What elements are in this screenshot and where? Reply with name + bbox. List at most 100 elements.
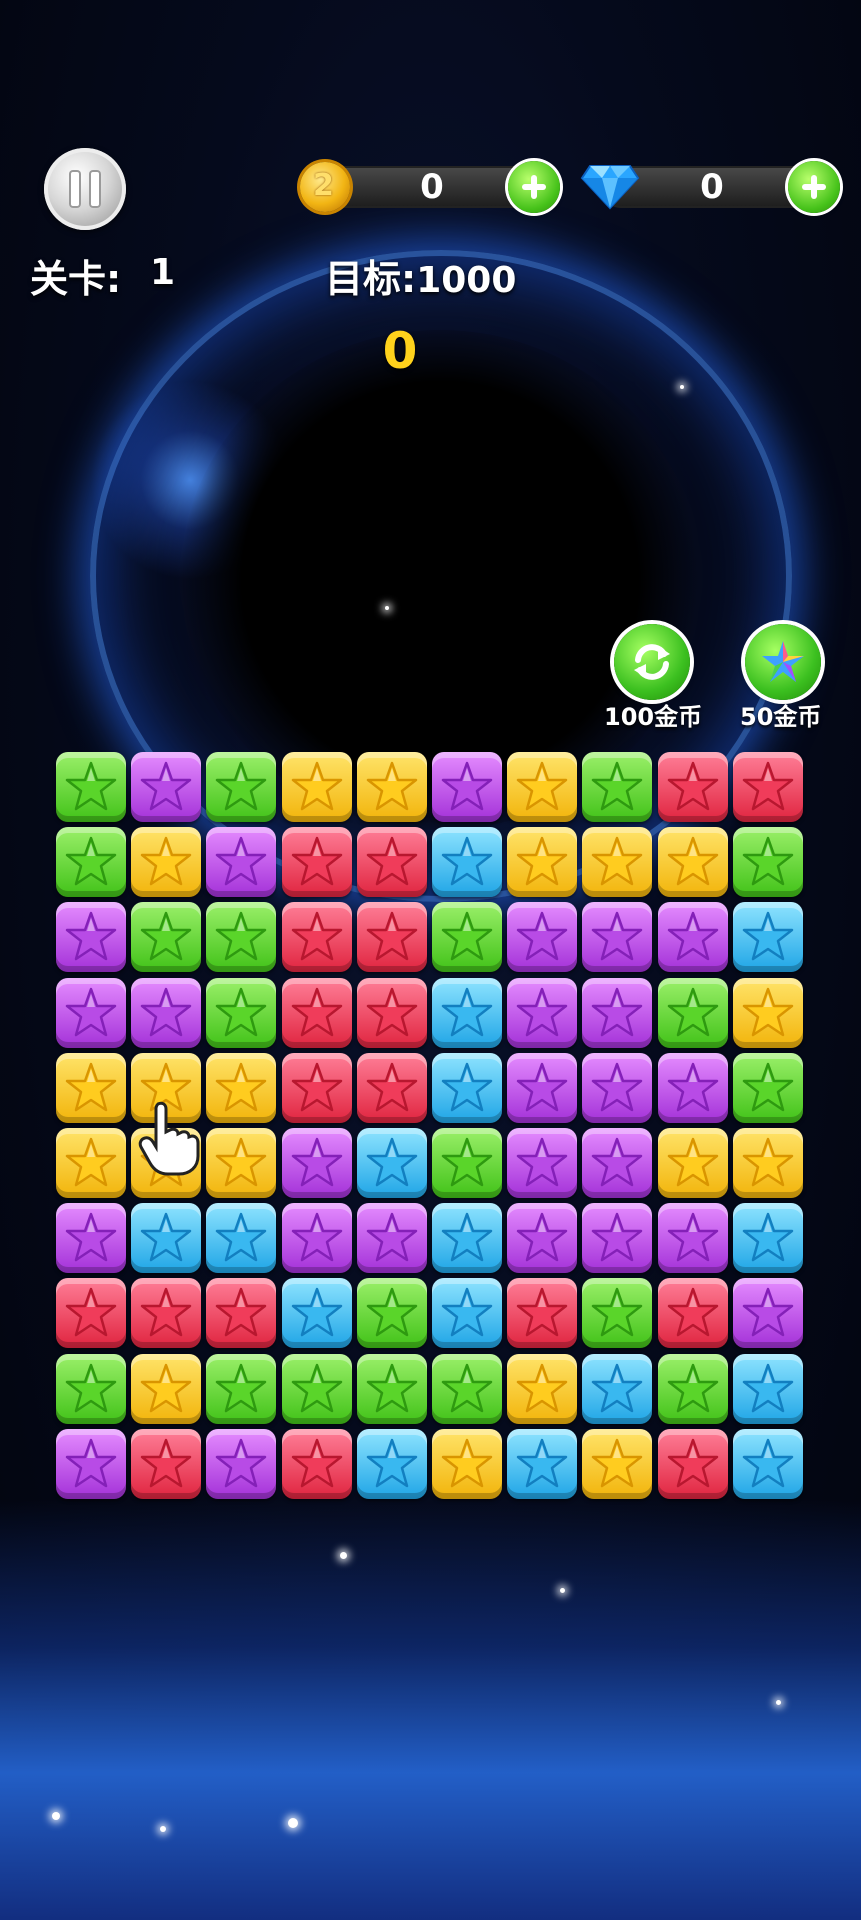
star-tile-purple[interactable]	[582, 978, 652, 1048]
star-tile-yellow[interactable]	[206, 1128, 276, 1198]
star-tile-red[interactable]	[357, 902, 427, 972]
star-tile-purple[interactable]	[733, 1278, 803, 1348]
star-tile-yellow[interactable]	[56, 1128, 126, 1198]
add-gems-button[interactable]	[788, 161, 840, 213]
star-tile-blue[interactable]	[582, 1354, 652, 1424]
star-tile-purple[interactable]	[658, 1203, 728, 1273]
star-tile-purple[interactable]	[357, 1203, 427, 1273]
star-tile-yellow[interactable]	[131, 827, 201, 897]
star-tile-purple[interactable]	[507, 1203, 577, 1273]
star-tile-yellow[interactable]	[56, 1053, 126, 1123]
star-tile-yellow[interactable]	[357, 752, 427, 822]
star-tile-red[interactable]	[357, 1053, 427, 1123]
star-tile-red[interactable]	[131, 1429, 201, 1499]
star-tile-red[interactable]	[357, 827, 427, 897]
star-tile-red[interactable]	[357, 978, 427, 1048]
star-tile-green[interactable]	[357, 1354, 427, 1424]
star-tile-green[interactable]	[582, 1278, 652, 1348]
star-tile-green[interactable]	[658, 978, 728, 1048]
star-tile-green[interactable]	[432, 1354, 502, 1424]
star-tile-purple[interactable]	[282, 1128, 352, 1198]
star-tile-yellow[interactable]	[282, 752, 352, 822]
star-tile-green[interactable]	[582, 752, 652, 822]
star-tile-blue[interactable]	[733, 1203, 803, 1273]
star-tile-blue[interactable]	[357, 1128, 427, 1198]
star-tile-green[interactable]	[432, 902, 502, 972]
star-tile-blue[interactable]	[131, 1203, 201, 1273]
star-tile-blue[interactable]	[432, 978, 502, 1048]
star-tile-blue[interactable]	[733, 1429, 803, 1499]
star-tile-green[interactable]	[56, 827, 126, 897]
star-tile-green[interactable]	[56, 1354, 126, 1424]
star-tile-yellow[interactable]	[733, 978, 803, 1048]
star-tile-red[interactable]	[733, 752, 803, 822]
star-tile-blue[interactable]	[432, 1053, 502, 1123]
star-tile-purple[interactable]	[582, 1128, 652, 1198]
star-tile-green[interactable]	[658, 1354, 728, 1424]
star-tile-purple[interactable]	[56, 1203, 126, 1273]
star-tile-purple[interactable]	[507, 902, 577, 972]
star-tile-green[interactable]	[206, 1354, 276, 1424]
pause-button[interactable]	[44, 148, 126, 230]
star-tile-purple[interactable]	[131, 978, 201, 1048]
star-tile-green[interactable]	[206, 902, 276, 972]
star-tile-green[interactable]	[282, 1354, 352, 1424]
star-tile-red[interactable]	[507, 1278, 577, 1348]
shuffle-tool-button[interactable]	[614, 624, 690, 700]
star-tile-purple[interactable]	[507, 1053, 577, 1123]
star-tile-green[interactable]	[206, 978, 276, 1048]
star-tile-yellow[interactable]	[432, 1429, 502, 1499]
star-tile-red[interactable]	[56, 1278, 126, 1348]
star-tile-blue[interactable]	[507, 1429, 577, 1499]
star-tile-yellow[interactable]	[658, 1128, 728, 1198]
star-tile-red[interactable]	[658, 1429, 728, 1499]
star-tile-blue[interactable]	[282, 1278, 352, 1348]
star-tile-red[interactable]	[658, 752, 728, 822]
star-tile-yellow[interactable]	[507, 827, 577, 897]
star-tile-purple[interactable]	[582, 1203, 652, 1273]
star-tile-blue[interactable]	[432, 827, 502, 897]
star-tile-purple[interactable]	[206, 827, 276, 897]
star-tile-yellow[interactable]	[131, 1354, 201, 1424]
star-tile-green[interactable]	[357, 1278, 427, 1348]
star-tile-blue[interactable]	[733, 1354, 803, 1424]
star-tile-green[interactable]	[206, 752, 276, 822]
star-tile-green[interactable]	[432, 1128, 502, 1198]
star-tile-red[interactable]	[206, 1278, 276, 1348]
star-tile-yellow[interactable]	[582, 1429, 652, 1499]
star-tile-yellow[interactable]	[733, 1128, 803, 1198]
star-tile-green[interactable]	[733, 1053, 803, 1123]
star-tile-blue[interactable]	[357, 1429, 427, 1499]
star-tile-purple[interactable]	[658, 902, 728, 972]
star-tile-green[interactable]	[733, 827, 803, 897]
star-tile-red[interactable]	[282, 827, 352, 897]
star-tile-purple[interactable]	[582, 902, 652, 972]
star-tile-purple[interactable]	[582, 1053, 652, 1123]
star-tile-purple[interactable]	[56, 978, 126, 1048]
star-tile-red[interactable]	[282, 1053, 352, 1123]
star-tile-purple[interactable]	[432, 752, 502, 822]
star-tile-red[interactable]	[282, 902, 352, 972]
star-tile-purple[interactable]	[507, 978, 577, 1048]
star-tile-green[interactable]	[56, 752, 126, 822]
star-tile-blue[interactable]	[432, 1278, 502, 1348]
star-tile-red[interactable]	[282, 978, 352, 1048]
star-tile-yellow[interactable]	[658, 827, 728, 897]
star-tile-yellow[interactable]	[507, 1354, 577, 1424]
star-tile-yellow[interactable]	[582, 827, 652, 897]
star-tile-yellow[interactable]	[206, 1053, 276, 1123]
star-tile-red[interactable]	[131, 1278, 201, 1348]
star-tile-green[interactable]	[131, 902, 201, 972]
star-tile-purple[interactable]	[282, 1203, 352, 1273]
color-star-tool-button[interactable]	[745, 624, 821, 700]
star-tile-blue[interactable]	[206, 1203, 276, 1273]
star-tile-yellow[interactable]	[507, 752, 577, 822]
star-tile-purple[interactable]	[56, 1429, 126, 1499]
star-tile-blue[interactable]	[733, 902, 803, 972]
star-tile-purple[interactable]	[206, 1429, 276, 1499]
star-tile-purple[interactable]	[56, 902, 126, 972]
star-tile-red[interactable]	[658, 1278, 728, 1348]
star-tile-blue[interactable]	[432, 1203, 502, 1273]
add-coins-button[interactable]	[508, 161, 560, 213]
star-tile-purple[interactable]	[658, 1053, 728, 1123]
